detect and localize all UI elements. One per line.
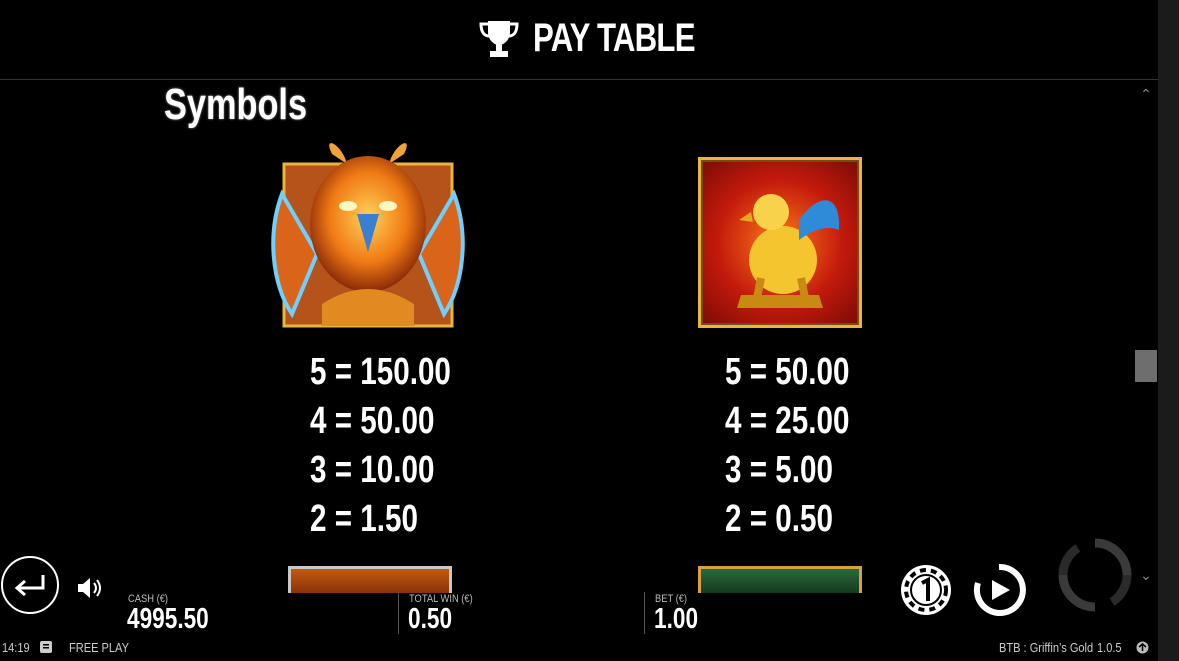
sound-icon[interactable] — [76, 576, 104, 600]
settings-icon[interactable] — [1136, 641, 1149, 654]
game-name: BTB : Griffin’s Gold — [999, 640, 1094, 655]
play-mode: FREE PLAY — [69, 640, 129, 655]
paytable-line: 4 = 50.00 — [310, 400, 435, 442]
paytable-line: 3 = 10.00 — [310, 449, 435, 491]
paytable-line: 5 = 150.00 — [310, 351, 451, 393]
divider — [644, 592, 645, 634]
header: PAY TABLE — [0, 0, 1158, 80]
game-version: 1.0.5 — [1097, 640, 1122, 655]
trophy-icon — [479, 21, 519, 57]
bet-value: 1.00 — [654, 603, 699, 635]
autoplay-button[interactable] — [972, 563, 1026, 617]
paytable-line: 3 = 5.00 — [725, 449, 833, 491]
scrollbar[interactable] — [1134, 85, 1158, 585]
side-rail — [1158, 0, 1179, 661]
bet-chip-button[interactable] — [899, 563, 953, 617]
spin-button[interactable] — [1057, 537, 1133, 613]
cash-value: 4995.50 — [127, 603, 209, 635]
scroll-down-icon[interactable]: ⌄ — [1138, 567, 1154, 583]
griffin-symbol-icon — [271, 143, 465, 328]
divider — [398, 592, 399, 634]
back-button[interactable] — [1, 556, 59, 614]
golden-griffin-statue-icon — [698, 157, 862, 328]
history-icon[interactable] — [39, 640, 53, 654]
return-arrow-icon — [14, 575, 45, 597]
paytable-line: 2 = 0.50 — [725, 498, 833, 540]
paytable-line: 2 = 1.50 — [310, 498, 418, 540]
paytable-line: 4 = 25.00 — [725, 400, 850, 442]
total-win-value: 0.50 — [408, 603, 453, 635]
footer: 14:19 FREE PLAY BTB : Griffin’s Gold 1.0… — [0, 636, 1158, 661]
clock: 14:19 — [2, 640, 30, 655]
paytable-line: 5 = 50.00 — [725, 351, 850, 393]
section-title: Symbols — [164, 80, 308, 129]
scroll-thumb[interactable] — [1135, 350, 1157, 382]
page-title: PAY TABLE — [533, 16, 696, 60]
scroll-up-icon[interactable]: ⌃ — [1138, 86, 1154, 102]
symbol-tile-partial — [698, 566, 862, 593]
symbol-tile-partial — [288, 566, 452, 593]
